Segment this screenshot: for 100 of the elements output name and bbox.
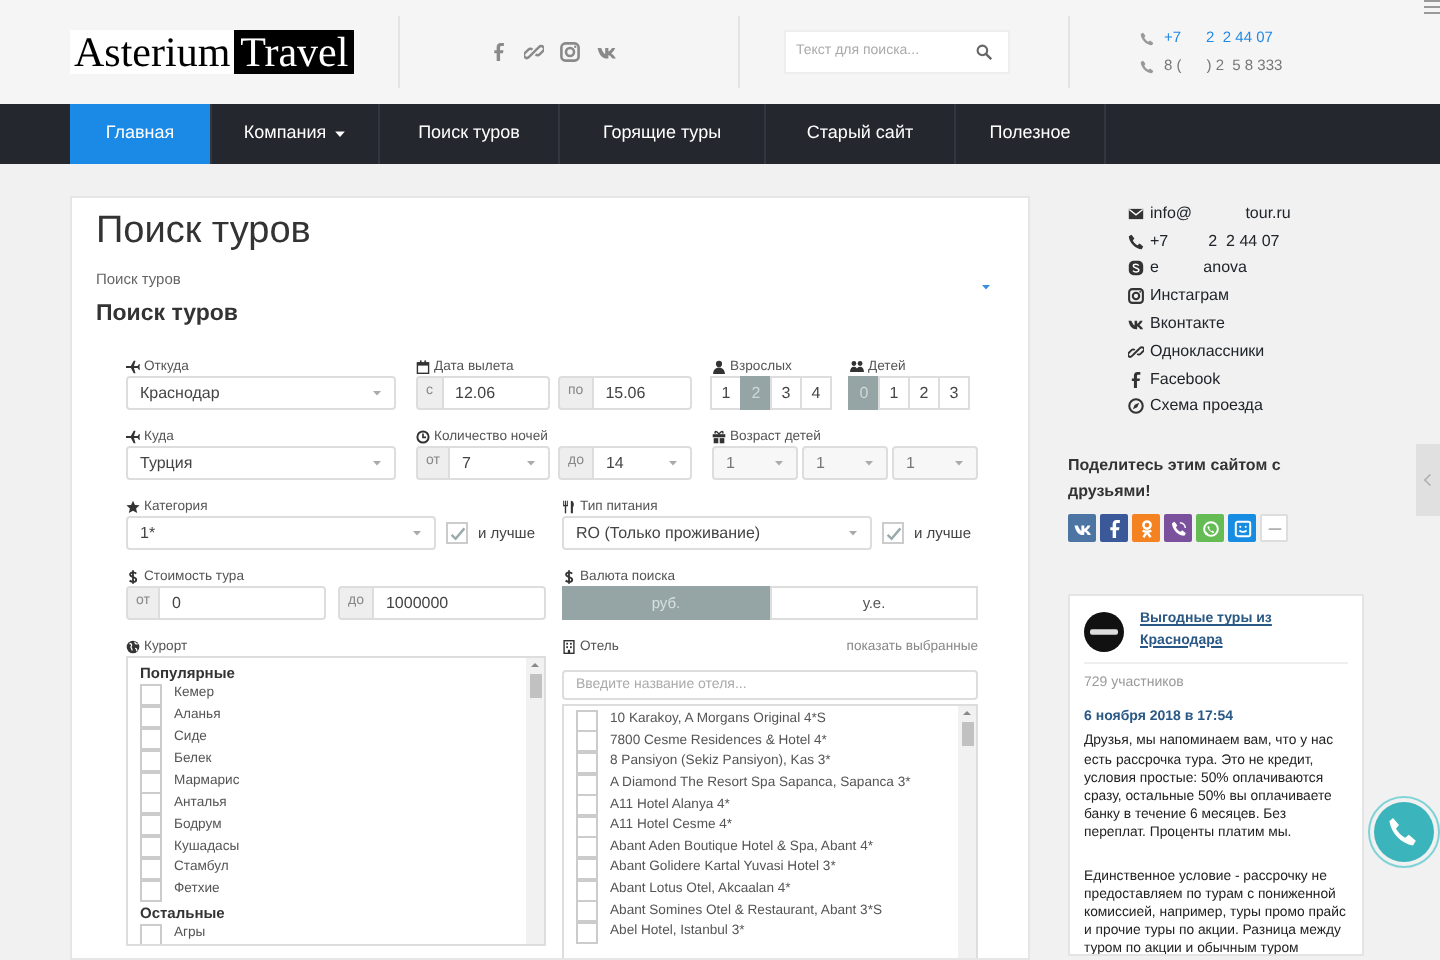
contact-link[interactable]: info@ tour.ru bbox=[1150, 201, 1291, 226]
contact-link[interactable]: e anova bbox=[1150, 256, 1247, 281]
checkbox[interactable] bbox=[576, 857, 598, 880]
contact-link[interactable]: Вконтакте bbox=[1150, 312, 1225, 337]
contact-link[interactable]: Инстаграм bbox=[1150, 284, 1230, 309]
checkbox[interactable] bbox=[140, 771, 162, 794]
share-button[interactable] bbox=[1228, 514, 1256, 543]
page-title: Поиск туров bbox=[96, 210, 313, 254]
cutlery-icon bbox=[562, 499, 576, 513]
checkbox[interactable] bbox=[576, 879, 598, 902]
caret-icon bbox=[526, 458, 536, 468]
departure-select[interactable]: Краснодар bbox=[126, 376, 396, 410]
nav-item[interactable]: Полезное bbox=[956, 104, 1106, 164]
nav-item[interactable]: Старый сайт bbox=[766, 104, 956, 164]
destination-select[interactable]: Турция bbox=[126, 446, 396, 480]
checkbox[interactable] bbox=[576, 836, 598, 859]
scrollbar[interactable] bbox=[958, 706, 976, 958]
chevron-icon bbox=[1421, 470, 1435, 490]
instagram-icon[interactable] bbox=[560, 42, 580, 62]
scroll-up-icon[interactable] bbox=[530, 660, 540, 670]
checkbox[interactable] bbox=[140, 923, 162, 944]
checkbox[interactable] bbox=[882, 522, 904, 544]
people-icon bbox=[850, 359, 864, 373]
nav-item[interactable]: Горящие туры bbox=[560, 104, 766, 164]
section-heading: Поиск туров bbox=[96, 300, 240, 328]
compass-icon bbox=[1128, 398, 1144, 415]
odnoklassniki-icon bbox=[1128, 343, 1144, 360]
checkbox[interactable] bbox=[140, 792, 162, 815]
checkbox[interactable] bbox=[140, 879, 162, 902]
scroll-up-icon[interactable] bbox=[962, 708, 972, 718]
search-icon[interactable] bbox=[976, 44, 992, 60]
envelope-icon bbox=[1128, 205, 1144, 222]
checkbox[interactable] bbox=[576, 773, 598, 796]
checkbox[interactable] bbox=[140, 727, 162, 750]
count-option[interactable]: 4 bbox=[800, 376, 832, 410]
contact-link[interactable]: Facebook bbox=[1150, 367, 1221, 392]
contact-link[interactable]: +7 2 2 44 07 bbox=[1150, 229, 1280, 254]
meal-select[interactable]: RO (Только проживание) bbox=[562, 516, 872, 550]
contact-link[interactable]: Схема проезда bbox=[1150, 394, 1263, 419]
caret-icon bbox=[372, 458, 382, 468]
vk-icon[interactable] bbox=[596, 42, 618, 62]
menu-icon[interactable] bbox=[1424, 0, 1440, 14]
checkbox[interactable] bbox=[140, 814, 162, 837]
checkbox[interactable] bbox=[576, 730, 598, 753]
count-option[interactable]: 2 bbox=[908, 376, 940, 410]
count-option[interactable]: 3 bbox=[770, 376, 802, 410]
count-option[interactable]: 1 bbox=[710, 376, 742, 410]
vk-icon bbox=[1128, 316, 1144, 333]
date-field[interactable]: 12.06 bbox=[443, 376, 550, 410]
nights-select[interactable]: 14 bbox=[593, 446, 692, 480]
checkbox[interactable] bbox=[576, 794, 598, 817]
price-field[interactable]: 0 bbox=[159, 586, 326, 620]
clock-icon bbox=[416, 429, 430, 443]
checkbox[interactable] bbox=[576, 751, 598, 774]
checkbox[interactable] bbox=[576, 900, 598, 923]
checkbox[interactable] bbox=[140, 705, 162, 728]
nav-item[interactable]: Поиск туров bbox=[380, 104, 560, 164]
scrollbar-thumb[interactable] bbox=[529, 674, 541, 698]
checkbox[interactable] bbox=[140, 836, 162, 859]
caret-icon bbox=[864, 458, 874, 468]
collapse-caret-icon[interactable] bbox=[980, 282, 992, 292]
caret-icon bbox=[412, 528, 422, 538]
count-option[interactable]: 3 bbox=[938, 376, 970, 410]
scrollbar-thumb[interactable] bbox=[961, 722, 973, 746]
date-field[interactable]: 15.06 bbox=[593, 376, 692, 410]
dollar-icon bbox=[562, 569, 576, 583]
share-button[interactable] bbox=[1100, 514, 1128, 543]
dollar-icon bbox=[126, 569, 140, 583]
scrollbar[interactable] bbox=[526, 658, 544, 944]
count-option[interactable]: 1 bbox=[878, 376, 910, 410]
call-button[interactable] bbox=[1368, 796, 1440, 868]
person-icon bbox=[712, 359, 726, 373]
smiley-icon bbox=[1233, 519, 1251, 538]
odnoklassniki-icon[interactable] bbox=[524, 42, 544, 62]
checkbox[interactable] bbox=[576, 921, 598, 944]
check-icon bbox=[885, 525, 901, 541]
chat-icon bbox=[1201, 519, 1219, 538]
star-icon bbox=[126, 499, 140, 513]
nav-item[interactable]: Компания bbox=[212, 104, 380, 164]
checkbox[interactable] bbox=[140, 858, 162, 881]
checkbox[interactable] bbox=[576, 709, 598, 732]
calendar-icon bbox=[416, 359, 430, 373]
checkbox[interactable] bbox=[446, 522, 468, 544]
nav-item[interactable]: Главная bbox=[70, 104, 212, 164]
category-select[interactable]: 1* bbox=[126, 516, 436, 550]
facebook-icon[interactable] bbox=[490, 42, 508, 62]
checkbox[interactable] bbox=[140, 749, 162, 772]
contact-link[interactable]: Одноклассники bbox=[1150, 339, 1265, 364]
price-field[interactable]: 1000000 bbox=[373, 586, 546, 620]
nights-select[interactable]: 7 bbox=[449, 446, 550, 480]
odnoklassniki-icon bbox=[1137, 519, 1155, 538]
share-button[interactable] bbox=[1164, 514, 1192, 543]
checkbox[interactable] bbox=[140, 683, 162, 706]
checkbox[interactable] bbox=[576, 815, 598, 838]
gift-icon bbox=[712, 429, 726, 443]
caret-icon bbox=[848, 528, 858, 538]
caret-icon bbox=[774, 458, 784, 468]
side-panel-tab[interactable] bbox=[1416, 444, 1440, 516]
group-avatar[interactable] bbox=[1084, 611, 1124, 652]
share-button[interactable] bbox=[1068, 514, 1096, 543]
